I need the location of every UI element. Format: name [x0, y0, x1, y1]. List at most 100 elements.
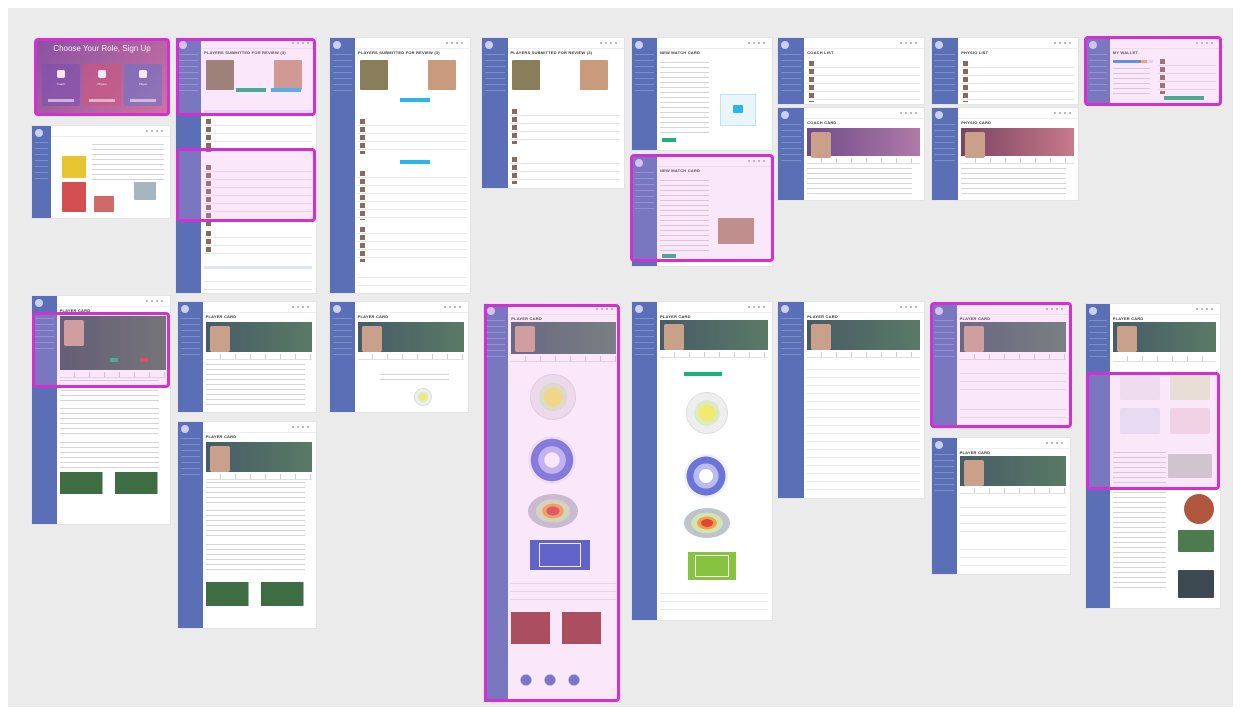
overall-statistics-table: [807, 362, 920, 492]
profile-header: [205, 442, 312, 472]
biography-text: [205, 364, 305, 408]
submit-match-button[interactable]: [662, 138, 676, 142]
sidebar: [330, 302, 355, 412]
frame-title: PLAYER CARD: [959, 450, 991, 455]
profile-tabs[interactable]: [357, 354, 464, 360]
top-bar: [1110, 304, 1220, 315]
profile-header: [660, 320, 768, 350]
top-bar: [202, 422, 316, 433]
highlight-box-player-review: [176, 38, 316, 116]
sidebar: [778, 302, 805, 498]
heatmap: [684, 508, 730, 538]
serve-placement-court: [688, 552, 736, 580]
top-bar: [804, 302, 924, 313]
top-bar: [355, 38, 470, 49]
sidebar: [932, 438, 957, 574]
progress-bar: [684, 372, 722, 376]
top-bar: [657, 38, 772, 49]
highlight-box-marketplace: [1086, 372, 1220, 490]
highlight-box-player-header: [32, 312, 170, 388]
profile-tabs[interactable]: [205, 474, 312, 480]
players-table: [358, 270, 466, 290]
frame-title: PHYSIO CARD: [961, 120, 992, 125]
players-table: [204, 230, 312, 254]
players-table: [358, 118, 466, 154]
profile-tabs[interactable]: [959, 488, 1066, 494]
highlight-box-signup: [34, 38, 170, 116]
upload-video-dropzone[interactable]: [720, 94, 756, 126]
profile-tabs[interactable]: [1112, 356, 1216, 362]
profile-header: [205, 322, 312, 352]
profile-tabs[interactable]: [807, 158, 920, 164]
feed-photo: [94, 196, 114, 212]
player-card-frame-2: PLAYER CARD: [178, 302, 316, 412]
frame-title: PHYSIO LIST: [961, 50, 989, 55]
highlight-box-wallet: [1084, 36, 1222, 106]
biography-text: [961, 168, 1067, 198]
section-header: [204, 266, 312, 269]
frame-title: PLAYER CARD: [205, 314, 237, 319]
coach-list-frame: COACH LIST: [778, 38, 924, 104]
player-skills-radar: [686, 392, 728, 434]
highlight-box-social-contracts: [930, 302, 1072, 428]
profile-tabs[interactable]: [660, 352, 768, 358]
frame-title: PLAYER CARD: [357, 314, 389, 319]
feed-photo: [62, 156, 86, 178]
serve-stats-table: [660, 586, 768, 616]
latest-news: [205, 544, 305, 574]
frame-title: PLAYERS SUBMITTED FOR REVIEW (3): [358, 50, 440, 55]
player-card-frame-4: PLAYER CARD: [330, 302, 468, 412]
frame-title: PLAYERS SUBMITTED FOR REVIEW (3): [510, 50, 593, 55]
feed-photo: [62, 182, 86, 212]
players-list-frame-c: PLAYERS SUBMITTED FOR REVIEW (3): [482, 38, 624, 188]
physio-list-frame: PHYSIO LIST: [932, 38, 1078, 104]
physio-table: [961, 60, 1074, 102]
player-photo: [512, 60, 540, 90]
players-list-frame-b: PLAYERS SUBMITTED FOR REVIEW (3): [330, 38, 470, 293]
new-match-frame-a: NEW MATCH CARD: [632, 38, 772, 150]
artboard-overview: Choose Your Role, Sign Up Coach Physio P…: [8, 8, 1233, 707]
design-canvas: Choose Your Role, Sign Up Coach Physio P…: [0, 0, 1241, 715]
biography-text: [807, 168, 913, 198]
videos-photos: [205, 582, 312, 606]
frame-title: PLAYER CARD: [1112, 316, 1144, 321]
coach-card-frame: COACH CARD: [778, 108, 924, 200]
court-photo: [1178, 530, 1214, 552]
top-bar: [507, 38, 624, 49]
players-table: [204, 118, 312, 152]
profile-tabs[interactable]: [961, 158, 1074, 164]
sidebar: [330, 38, 356, 293]
feed-frame: [32, 126, 170, 218]
load-more-button[interactable]: [400, 160, 430, 164]
player-card-frame-7: PLAYER CARD: [778, 302, 924, 498]
sidebar: [778, 108, 805, 200]
promo-photo: [1178, 570, 1214, 598]
sidebar: [178, 422, 203, 628]
contracts-table: [959, 542, 1066, 570]
latest-news: [59, 442, 159, 468]
social-networks-table: [959, 500, 1066, 534]
player-photo: [1184, 494, 1214, 524]
top-bar: [956, 438, 1070, 449]
profile-tabs[interactable]: [807, 352, 920, 358]
submit-button[interactable]: [400, 98, 430, 102]
sidebar: [632, 302, 658, 620]
players-table: [204, 274, 312, 290]
players-table: [510, 108, 620, 144]
sidebar: [932, 108, 959, 200]
profile-header: [1112, 322, 1216, 352]
sidebar: [778, 38, 805, 104]
frame-title: PLAYER CARD: [660, 314, 691, 319]
top-bar: [657, 302, 772, 313]
top-bar: [202, 302, 316, 313]
latest-match: [59, 408, 159, 438]
profile-header: [807, 128, 920, 158]
sidebar: [32, 126, 52, 218]
player-photo: [428, 60, 456, 90]
players-table: [358, 226, 466, 262]
profile-header: [961, 128, 1074, 158]
profile-tabs[interactable]: [205, 354, 312, 360]
top-bar: [354, 302, 468, 313]
empty-state-text: [379, 374, 449, 384]
highlight-box-new-match: [630, 154, 774, 262]
